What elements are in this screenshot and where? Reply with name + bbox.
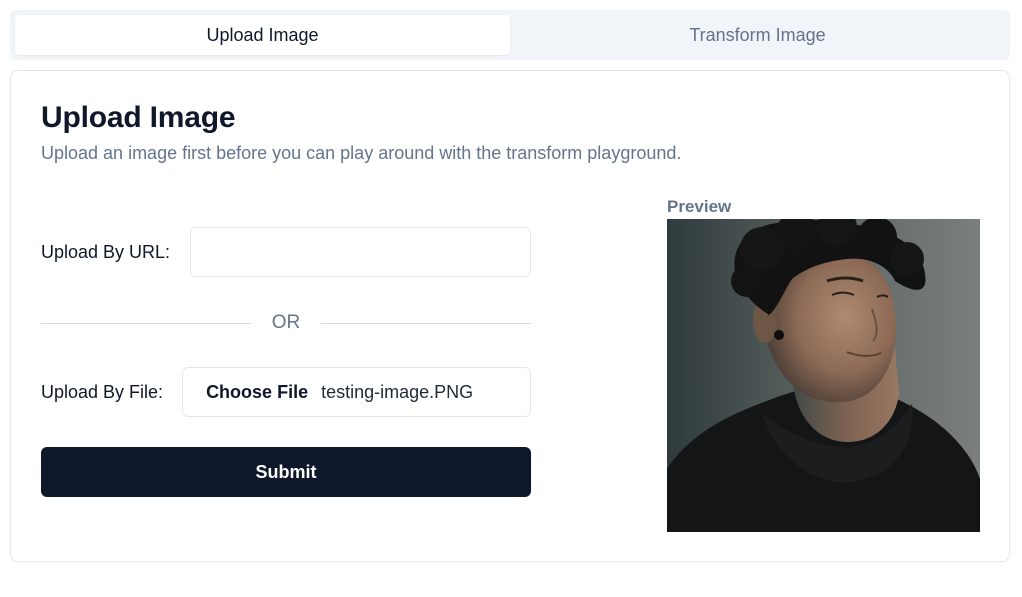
or-divider: OR (41, 309, 531, 337)
choose-file-button[interactable]: Choose File (206, 382, 308, 403)
selected-file-name: testing-image.PNG (321, 381, 474, 402)
tab-list: Upload Image Transform Image (10, 10, 1010, 60)
upload-card: Upload Image Upload an image first befor… (10, 70, 1010, 562)
url-input[interactable] (190, 227, 531, 277)
or-text: OR (271, 312, 301, 333)
tab-upload-image[interactable]: Upload Image (15, 15, 510, 55)
divider-line-left (41, 322, 251, 324)
card-title: Upload Image (41, 101, 236, 134)
url-row: Upload By URL: (41, 227, 531, 277)
file-label: Upload By File: (41, 381, 164, 402)
file-input[interactable]: Choose File testing-image.PNG (182, 367, 531, 417)
tab-transform-image[interactable]: Transform Image (510, 15, 1005, 55)
divider-line-right (321, 322, 531, 324)
preview-image (667, 219, 980, 532)
submit-button[interactable]: Submit (41, 447, 531, 497)
preview-label: Preview (667, 197, 732, 216)
file-row: Upload By File: Choose File testing-imag… (41, 367, 531, 417)
url-label: Upload By URL: (41, 241, 171, 262)
card-description: Upload an image first before you can pla… (41, 143, 682, 163)
portrait-photo-illustration (667, 219, 980, 532)
